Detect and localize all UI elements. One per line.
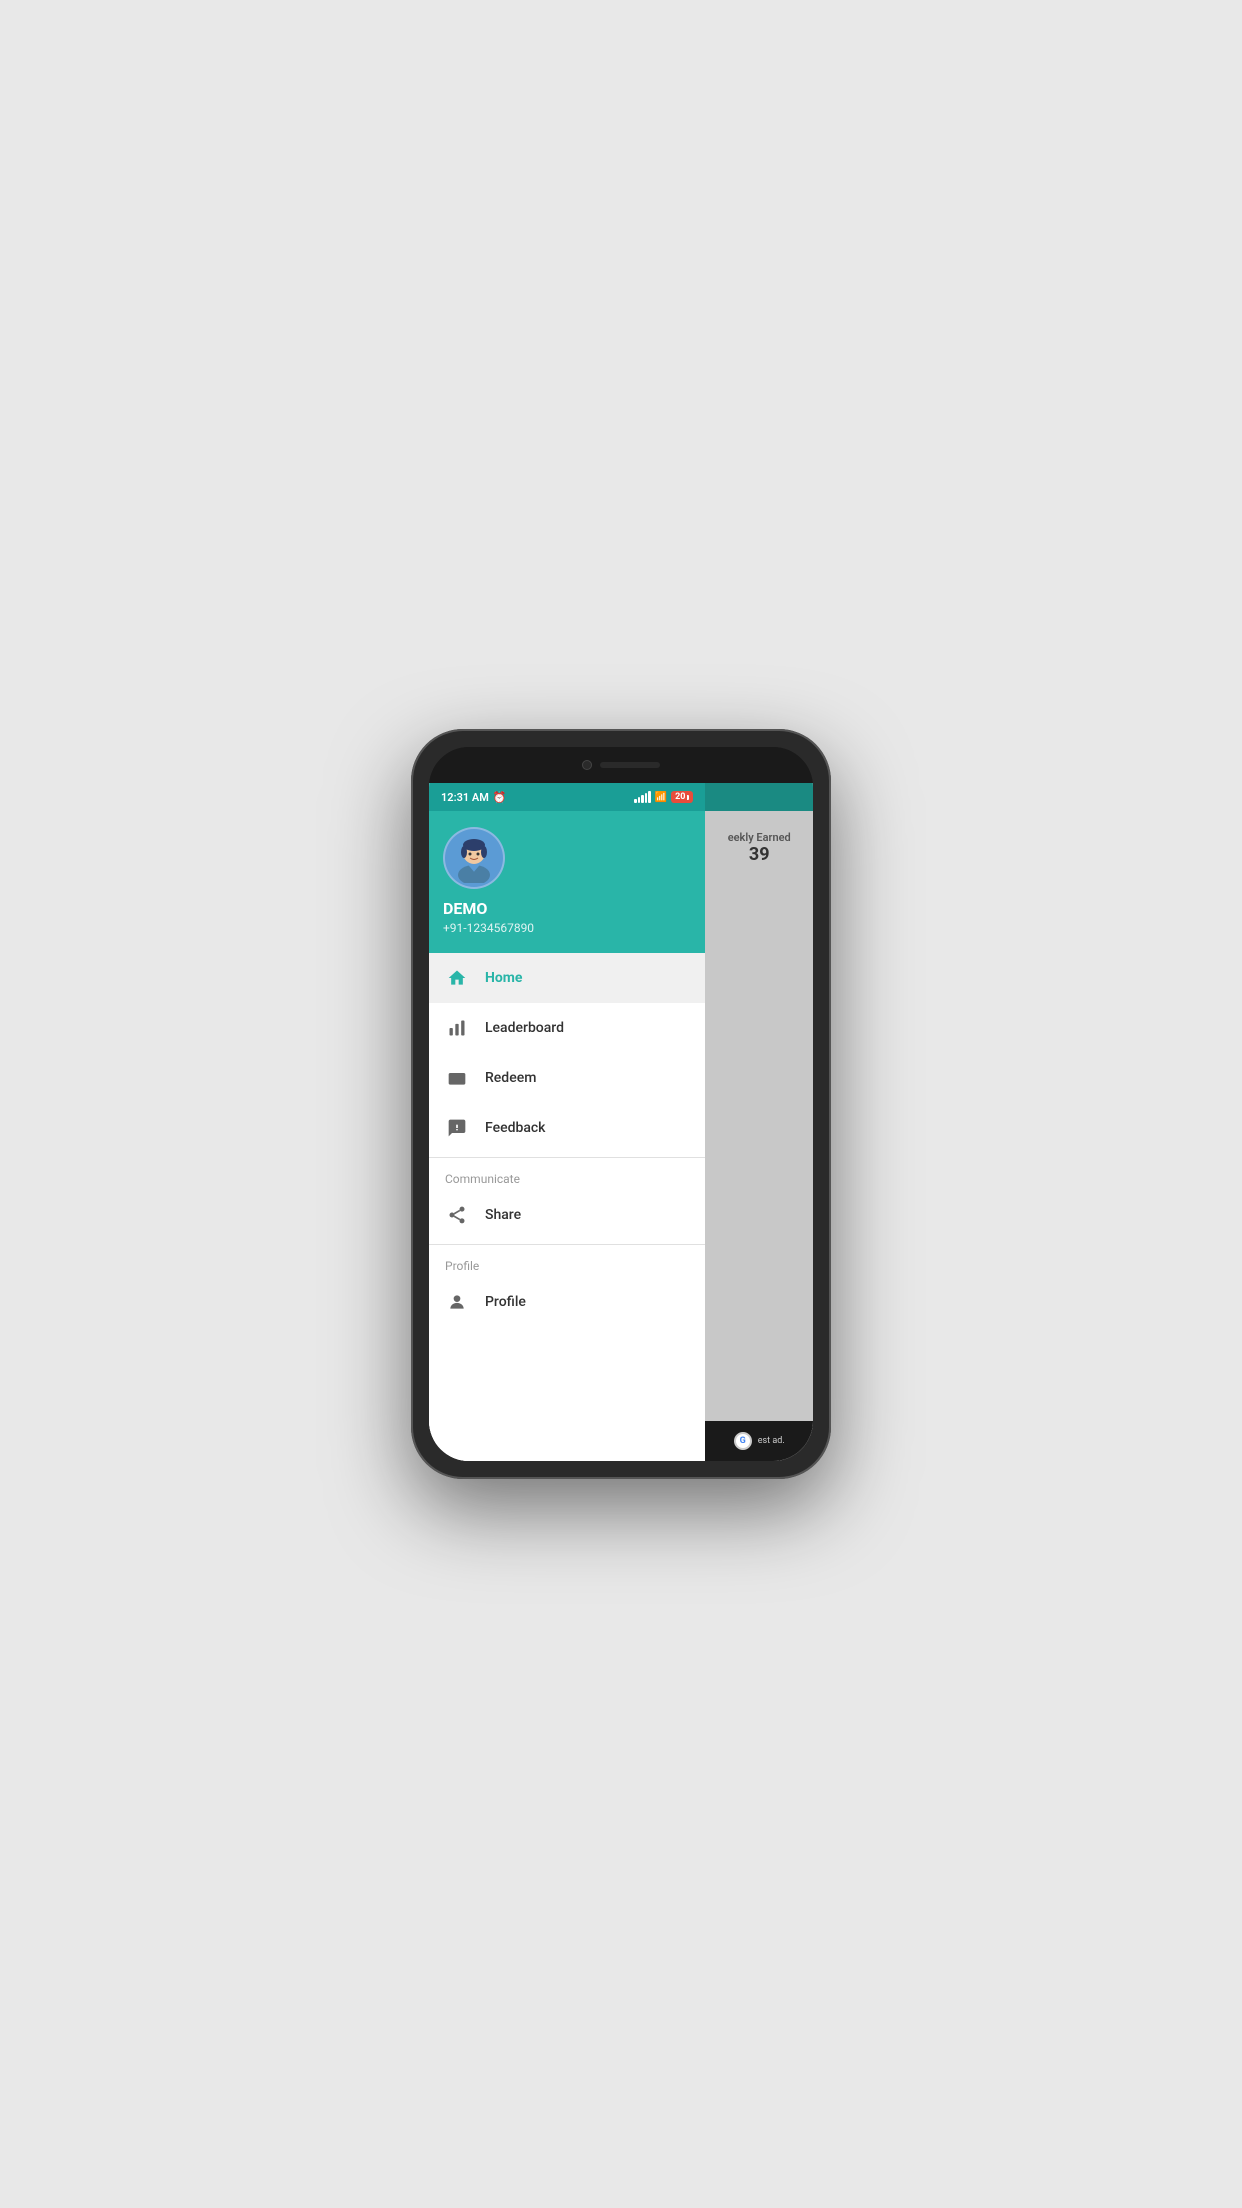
menu-item-leaderboard[interactable]: Leaderboard bbox=[429, 1003, 705, 1053]
battery-icon: 20 bbox=[671, 791, 693, 803]
main-content-peek: eekly Earned 39 G est ad. bbox=[705, 783, 813, 1461]
menu-item-redeem[interactable]: Redeem bbox=[429, 1053, 705, 1103]
redeem-icon bbox=[445, 1066, 469, 1090]
status-time: 12:31 AM ⏰ bbox=[441, 791, 507, 804]
profile-section-label: Profile bbox=[429, 1249, 705, 1277]
phone-frame: 12:31 AM ⏰ 📶 20 bbox=[411, 729, 831, 1479]
signal-icon bbox=[634, 791, 651, 803]
menu-item-share[interactable]: Share bbox=[429, 1190, 705, 1240]
google-icon: G bbox=[734, 1432, 752, 1450]
ad-area: G est ad. bbox=[705, 1421, 813, 1461]
communicate-section-label: Communicate bbox=[429, 1162, 705, 1190]
redeem-label: Redeem bbox=[485, 1070, 536, 1086]
avatar-image bbox=[449, 833, 499, 883]
phone-top-bar bbox=[429, 747, 813, 783]
leaderboard-label: Leaderboard bbox=[485, 1020, 564, 1036]
avatar bbox=[443, 827, 505, 889]
weekly-label: eekly Earned bbox=[728, 831, 791, 844]
leaderboard-icon bbox=[445, 1016, 469, 1040]
phone-inner: 12:31 AM ⏰ 📶 20 bbox=[429, 747, 813, 1461]
main-header-peek bbox=[705, 783, 813, 811]
ad-text: est ad. bbox=[758, 1436, 785, 1446]
menu-item-feedback[interactable]: Feedback bbox=[429, 1103, 705, 1153]
share-label: Share bbox=[485, 1207, 521, 1223]
user-phone: +91-1234567890 bbox=[443, 921, 691, 935]
peek-weekly: eekly Earned 39 bbox=[705, 811, 813, 1461]
divider-2 bbox=[429, 1244, 705, 1245]
feedback-label: Feedback bbox=[485, 1120, 545, 1136]
screen: 12:31 AM ⏰ 📶 20 bbox=[429, 783, 813, 1461]
menu-item-home[interactable]: Home bbox=[429, 953, 705, 1003]
alarm-icon: ⏰ bbox=[493, 791, 507, 804]
profile-label: Profile bbox=[485, 1294, 526, 1310]
status-icons: 📶 20 bbox=[634, 791, 693, 803]
menu-list: Home Leaderboard bbox=[429, 953, 705, 1461]
time-label: 12:31 AM bbox=[441, 791, 489, 804]
divider-1 bbox=[429, 1157, 705, 1158]
feedback-icon bbox=[445, 1116, 469, 1140]
speaker bbox=[600, 762, 660, 768]
status-bar: 12:31 AM ⏰ 📶 20 bbox=[429, 783, 705, 811]
menu-item-profile[interactable]: Profile bbox=[429, 1277, 705, 1327]
profile-icon bbox=[445, 1290, 469, 1314]
weekly-value: 39 bbox=[749, 844, 770, 865]
user-name: DEMO bbox=[443, 899, 691, 918]
drawer-header: DEMO +91-1234567890 bbox=[429, 811, 705, 953]
wifi-icon: 📶 bbox=[655, 792, 667, 803]
home-label: Home bbox=[485, 970, 522, 986]
share-icon bbox=[445, 1203, 469, 1227]
camera bbox=[582, 760, 592, 770]
home-icon bbox=[445, 966, 469, 990]
navigation-drawer: 12:31 AM ⏰ 📶 20 bbox=[429, 783, 705, 1461]
